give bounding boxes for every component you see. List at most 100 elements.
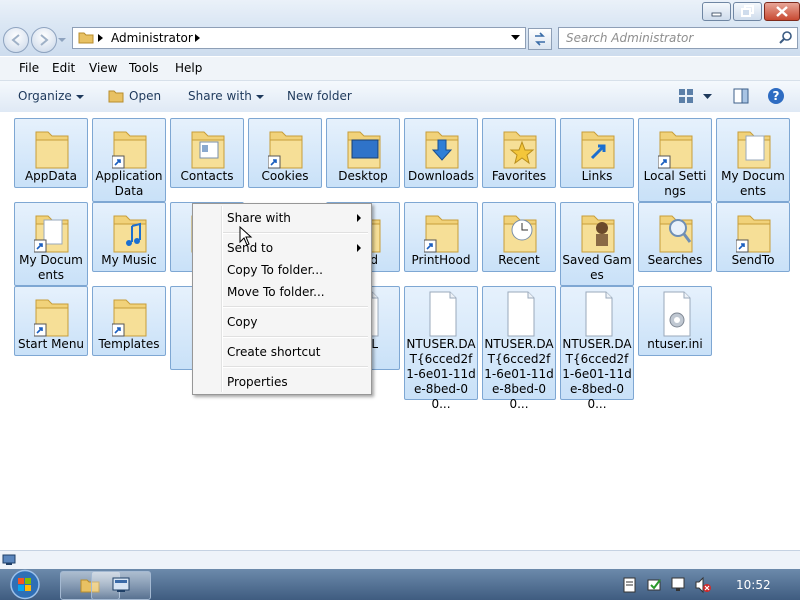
search-box[interactable]: Search Administrator — [558, 27, 798, 49]
file-item[interactable]: NTUSER.DAT{6cced2f1-6e01-11de-8bed-00... — [482, 286, 556, 411]
file-item[interactable]: Downloads — [404, 118, 478, 188]
file-item-label: Links — [581, 169, 613, 183]
back-button[interactable] — [3, 27, 29, 53]
share-with-button[interactable]: Share with — [188, 89, 264, 103]
menu-properties[interactable]: Properties — [227, 375, 288, 389]
file-item[interactable]: Links — [560, 118, 634, 188]
file-item[interactable]: My Documents — [716, 118, 790, 202]
folder-icon — [34, 215, 69, 253]
menu-move-to-folder[interactable]: Move To folder... — [227, 285, 325, 299]
file-item[interactable]: NTUSER.DAT{6cced2f1-6e01-11de-8bed-00... — [404, 286, 478, 411]
back-arrow-icon — [11, 34, 20, 46]
folder-icon — [737, 131, 771, 169]
chevron-down-icon[interactable] — [703, 94, 712, 100]
file-item[interactable]: Cookies — [248, 118, 322, 188]
recent-pages-dropdown-icon[interactable] — [58, 36, 66, 44]
preview-pane-icon[interactable] — [733, 88, 749, 104]
submenu-arrow-icon — [357, 244, 361, 252]
folder-icon — [191, 131, 225, 169]
context-menu: Share with Send to Copy To folder... Mov… — [192, 203, 372, 395]
refresh-button[interactable] — [528, 28, 552, 50]
file-item[interactable]: NTUSER.DAT{6cced2f1-6e01-11de-8bed-00... — [560, 286, 634, 411]
file-icon — [507, 291, 535, 337]
organize-button[interactable]: Organize — [18, 89, 84, 103]
open-button[interactable]: Open — [129, 89, 161, 103]
file-item-label: Application Data — [95, 169, 163, 198]
file-item[interactable]: SendTo — [716, 202, 790, 272]
close-button[interactable] — [764, 2, 800, 21]
menu-bar: File Edit View Tools Help — [0, 57, 800, 81]
title-bar — [0, 0, 800, 24]
action-center-icon[interactable] — [646, 576, 664, 594]
file-item-label: SendTo — [731, 253, 775, 267]
address-bar[interactable]: Administrator — [72, 27, 526, 49]
search-input[interactable]: Search Administrator — [566, 31, 693, 45]
start-button-icon[interactable] — [4, 569, 46, 600]
file-item-label: My Documents — [721, 169, 785, 198]
chevron-right-icon[interactable] — [97, 33, 105, 43]
file-item-label: My Documents — [19, 253, 83, 282]
chevron-down-icon — [255, 94, 264, 99]
file-item-label: Favorites — [491, 169, 547, 183]
folder-icon — [659, 215, 693, 253]
chevron-down-icon[interactable] — [511, 35, 520, 41]
file-item[interactable]: ntuser.ini — [638, 286, 712, 356]
window-icon — [112, 577, 130, 592]
menu-edit[interactable]: Edit — [52, 61, 75, 75]
folder-icon — [425, 131, 459, 169]
menu-copy[interactable]: Copy — [227, 315, 257, 329]
file-item[interactable]: Local Settings — [638, 118, 712, 202]
document-tray-icon[interactable] — [623, 577, 637, 593]
minimize-button[interactable] — [702, 2, 731, 21]
file-item[interactable]: AppData — [14, 118, 88, 188]
breadcrumb-administrator[interactable]: Administrator — [111, 31, 193, 45]
folder-icon — [503, 215, 537, 253]
taskbar-clock[interactable]: 10:52 — [736, 578, 771, 592]
menu-copy-to-folder[interactable]: Copy To folder... — [227, 263, 323, 277]
menu-tools[interactable]: Tools — [129, 61, 159, 75]
menu-file[interactable]: File — [19, 61, 39, 75]
menu-separator — [223, 306, 368, 308]
open-folder-icon — [108, 90, 124, 103]
new-folder-button[interactable]: New folder — [287, 89, 352, 103]
file-item[interactable]: Saved Games — [560, 202, 634, 286]
file-item[interactable]: Templates — [92, 286, 166, 356]
file-item[interactable]: My Music — [92, 202, 166, 272]
menu-create-shortcut[interactable]: Create shortcut — [227, 345, 320, 359]
file-list-pane[interactable]: AppData Application Data Contacts Cookies De… — [0, 112, 800, 550]
volume-muted-icon[interactable] — [694, 576, 712, 594]
file-item-label: Templates — [98, 337, 160, 351]
taskbar-window-button[interactable] — [91, 571, 151, 600]
file-item[interactable]: Contacts — [170, 118, 244, 188]
folder-icon — [581, 215, 615, 253]
maximize-button[interactable] — [733, 2, 762, 21]
file-item[interactable]: Searches — [638, 202, 712, 272]
file-item-label: Downloads — [408, 169, 474, 183]
chevron-right-icon[interactable] — [194, 33, 202, 43]
file-item-label: Desktop — [338, 169, 388, 183]
file-item[interactable]: My Documents — [14, 202, 88, 286]
taskbar — [0, 569, 800, 600]
forward-button[interactable] — [31, 27, 57, 53]
menu-share-with[interactable]: Share with — [227, 211, 291, 225]
menu-view[interactable]: View — [89, 61, 117, 75]
file-item[interactable]: PrintHood — [404, 202, 478, 272]
folder-icon — [34, 299, 69, 337]
network-icon[interactable] — [670, 576, 688, 594]
folder-icon — [581, 131, 615, 169]
menu-help[interactable]: Help — [175, 61, 202, 75]
status-bar — [0, 550, 800, 570]
help-icon[interactable]: ? — [767, 87, 785, 105]
folder-icon — [424, 215, 459, 253]
view-options-icon[interactable] — [678, 88, 694, 104]
file-item[interactable]: Application Data — [92, 118, 166, 202]
file-item[interactable]: Recent — [482, 202, 556, 272]
computer-icon — [2, 554, 16, 565]
file-item[interactable]: Start Menu — [14, 286, 88, 356]
search-icon[interactable] — [778, 30, 794, 46]
file-item-label: ntuser.ini — [647, 337, 703, 351]
folder-icon — [503, 131, 537, 169]
file-item[interactable]: Desktop — [326, 118, 400, 188]
folder-icon — [736, 215, 771, 253]
file-item[interactable]: Favorites — [482, 118, 556, 188]
